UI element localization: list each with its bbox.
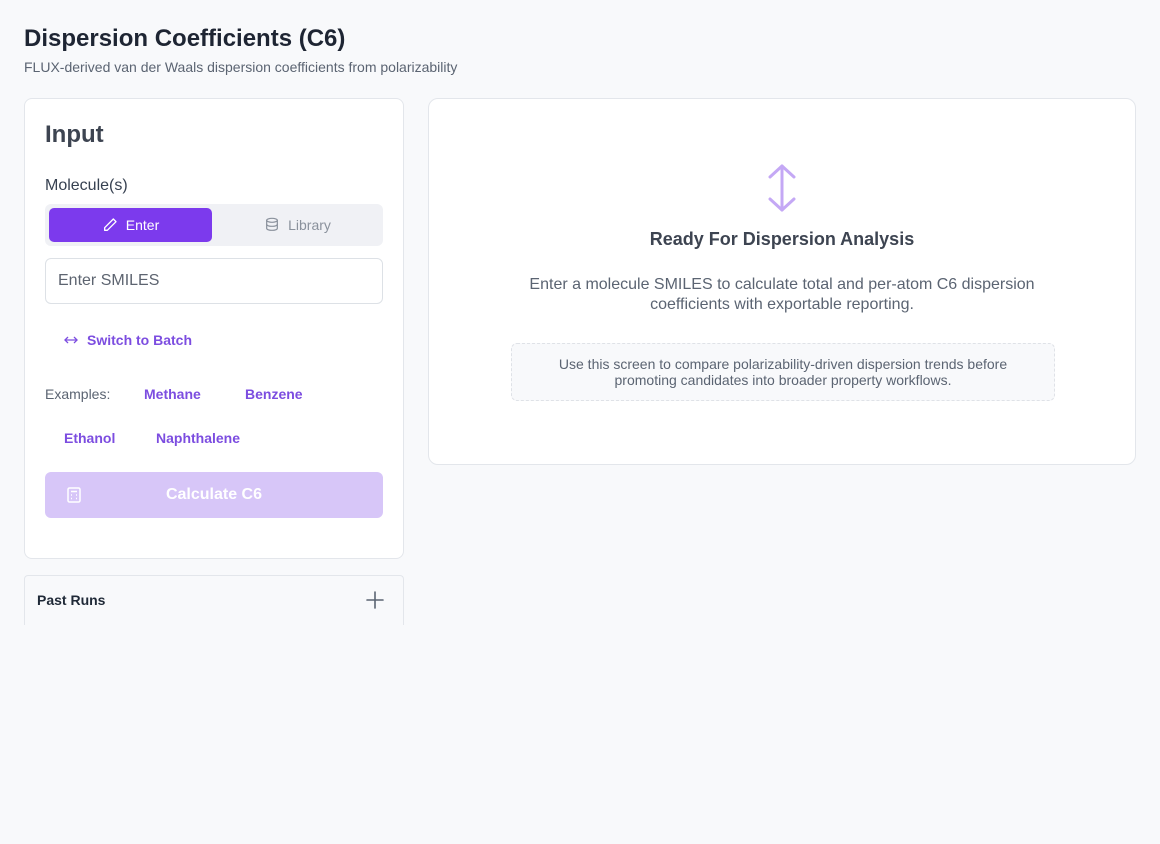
database-icon [266,217,279,231]
ready-title: Ready For Dispersion Analysis [649,229,915,249]
examples-label: Examples: [45,386,111,402]
page-subtitle: FLUX-derived van der Waals dispersion co… [24,59,458,75]
smiles-input[interactable] [45,258,383,304]
example-methane[interactable]: Methane [144,386,201,402]
calculate-c6-button[interactable]: Calculate C6 [45,472,383,518]
tab-enter-label: Enter [125,217,160,233]
pencil-icon [103,218,117,231]
input-panel: Input Molecule(s) Enter Library Switch t… [24,98,404,559]
vertical-arrows-icon [768,164,796,212]
calculate-c6-label: Calculate C6 [165,486,263,503]
switch-to-batch-link[interactable]: Switch to Batch [63,332,192,348]
tab-enter[interactable]: Enter [49,208,212,242]
page-header: Dispersion Coefficients (C6) FLUX-derive… [24,24,457,76]
example-benzene[interactable]: Benzene [245,386,303,402]
tab-library[interactable]: Library [216,208,379,242]
example-ethanol[interactable]: Ethanol [64,430,115,446]
plus-icon[interactable] [365,590,385,610]
result-panel: Ready For Dispersion Analysis Enter a mo… [428,98,1136,465]
molecule-label: Molecule(s) [45,177,128,194]
calculator-icon [67,487,81,503]
past-runs-panel[interactable]: Past Runs [24,575,404,625]
past-runs-label: Past Runs [37,592,106,608]
ready-description: Enter a molecule SMILES to calculate tot… [529,276,1035,313]
page-title: Dispersion Coefficients (C6) [24,25,346,52]
hint-box: Use this screen to compare polarizabilit… [511,343,1055,401]
switch-to-batch-label: Switch to Batch [87,332,193,348]
input-panel-title: Input [45,121,104,148]
tab-library-label: Library [288,217,331,233]
input-mode-toggle: Enter Library [45,204,383,246]
example-naphthalene[interactable]: Naphthalene [156,430,240,446]
hint-text: Use this screen to compare polarizabilit… [558,356,1008,388]
horizontal-arrows-icon [64,336,78,344]
